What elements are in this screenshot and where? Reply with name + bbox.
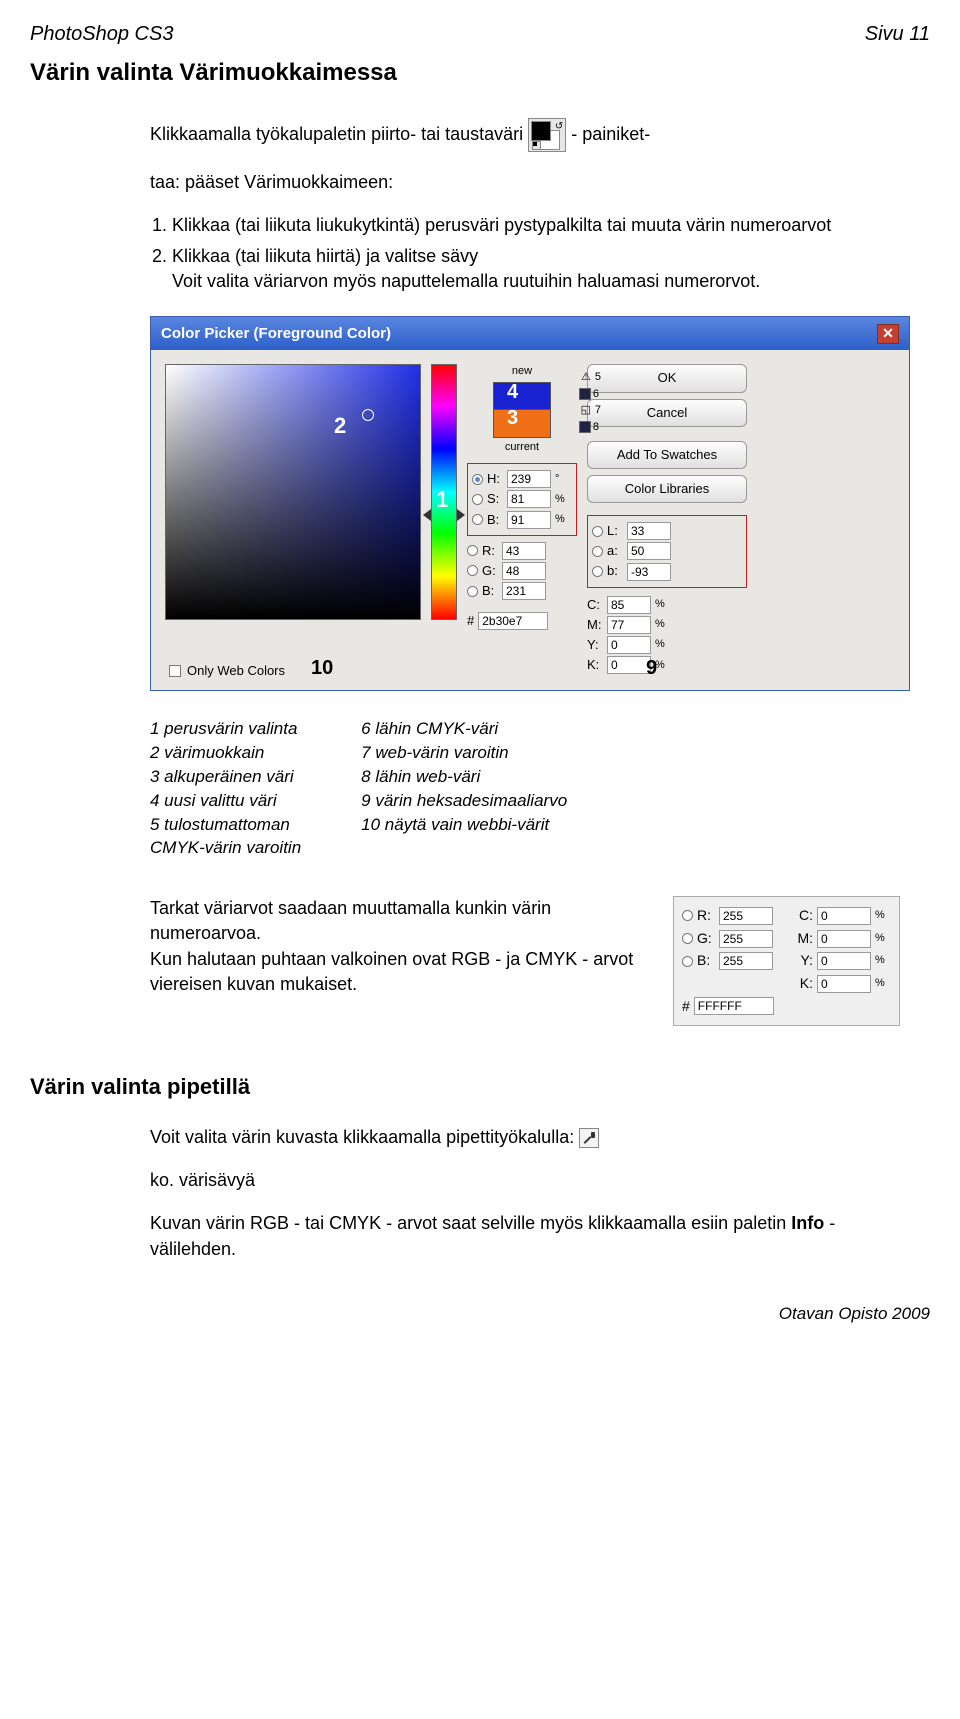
bval-input[interactable]: [507, 511, 551, 529]
mini-radio-g[interactable]: [682, 933, 693, 944]
page-title: Värin valinta Värimuokkaimessa: [30, 56, 930, 90]
step-1: Klikkaa (tai liikuta liukukytkintä) peru…: [172, 213, 900, 238]
y-input[interactable]: [607, 636, 651, 654]
mini-values-panel: R:C:% G:M:% B:Y:% K:% #: [673, 896, 900, 1026]
fgbg-swatch-icon: ↺: [528, 118, 566, 152]
radio-r[interactable]: [467, 545, 478, 556]
pipette-text-2: ko. värisävyä: [150, 1168, 900, 1193]
only-web-colors-checkbox[interactable]: [169, 665, 181, 677]
mini-g[interactable]: [719, 930, 773, 948]
annot-6: 6: [593, 387, 599, 402]
lab-group: L: a: b:: [587, 515, 747, 588]
lb-input[interactable]: [627, 563, 671, 581]
mini-r[interactable]: [719, 907, 773, 925]
s-input[interactable]: [507, 490, 551, 508]
radio-b[interactable]: [472, 514, 483, 525]
mini-m[interactable]: [817, 930, 871, 948]
mini-b[interactable]: [719, 952, 773, 970]
cancel-button[interactable]: Cancel: [587, 399, 747, 427]
intro-text-a: Klikkaamalla työkalupaletin piirto- tai …: [150, 123, 523, 143]
radio-l[interactable]: [592, 526, 603, 537]
annot-1: 1: [436, 485, 448, 516]
annot-5: 5: [595, 370, 601, 385]
annot-10: 10: [311, 654, 333, 682]
section-pipette-title: Värin valinta pipetillä: [30, 1072, 930, 1103]
color-picker-dialog: Color Picker (Foreground Color) ✕ 2 1 ne…: [150, 316, 910, 691]
eyedropper-icon: [579, 1128, 599, 1148]
radio-lb[interactable]: [592, 566, 603, 577]
a-input[interactable]: [627, 542, 671, 560]
l-input[interactable]: [627, 522, 671, 540]
h-input[interactable]: [507, 470, 551, 488]
header-right: Sivu 11: [865, 20, 930, 48]
intro-text-2: taa: pääset Värimuokkaimeen:: [150, 170, 900, 195]
mini-k[interactable]: [817, 975, 871, 993]
legend-left: 1 perusvärin valinta 2 värimuokkain 3 al…: [150, 717, 301, 860]
annot-8: 8: [593, 420, 599, 435]
mini-hex-label: #: [682, 997, 690, 1017]
b-input[interactable]: [502, 582, 546, 600]
annot-2: 2: [334, 411, 346, 442]
step-2: Klikkaa (tai liikuta hiirtä) ja valitse …: [172, 244, 900, 294]
hue-slider[interactable]: 1: [431, 364, 457, 620]
annot-3: 3: [507, 404, 518, 432]
annot-9: 9: [646, 654, 657, 682]
nearest-cmyk-swatch[interactable]: [579, 388, 591, 400]
radio-g[interactable]: [467, 565, 478, 576]
annot-7: 7: [595, 403, 601, 418]
nearest-web-swatch[interactable]: [579, 421, 591, 433]
radio-s[interactable]: [472, 494, 483, 505]
mini-radio-b[interactable]: [682, 956, 693, 967]
gamut-warning-icon[interactable]: ⚠: [579, 371, 593, 385]
color-libraries-button[interactable]: Color Libraries: [587, 475, 747, 503]
color-preview: new current 4 3 ⚠5 6 ◱7 8: [467, 364, 577, 455]
current-color-swatch[interactable]: [493, 410, 551, 438]
hex-label: #: [467, 612, 474, 630]
intro-text-b: - painiket-: [571, 123, 650, 143]
radio-a[interactable]: [592, 546, 603, 557]
legend-right: 6 lähin CMYK-väri 7 web-värin varoitin 8…: [361, 717, 567, 860]
hex-input[interactable]: [478, 612, 548, 630]
current-label: current: [505, 440, 539, 455]
g-input[interactable]: [502, 562, 546, 580]
k-input[interactable]: [607, 656, 651, 674]
pipette-text-3: Kuvan värin RGB - tai CMYK - arvot saat …: [150, 1211, 900, 1261]
r-input[interactable]: [502, 542, 546, 560]
radio-h[interactable]: [472, 474, 483, 485]
annot-4: 4: [507, 378, 518, 406]
radio-bl[interactable]: [467, 586, 478, 597]
pipette-text-1: Voit valita värin kuvasta klikkaamalla p…: [150, 1127, 574, 1147]
close-icon[interactable]: ✕: [877, 324, 899, 344]
color-field[interactable]: 2: [165, 364, 421, 620]
add-swatches-button[interactable]: Add To Swatches: [587, 441, 747, 469]
mini-radio-r[interactable]: [682, 910, 693, 921]
field-marker[interactable]: [362, 409, 374, 421]
mini-hex[interactable]: [694, 997, 774, 1015]
footer-text: Otavan Opisto 2009: [30, 1302, 930, 1326]
m-input[interactable]: [607, 616, 651, 634]
mini-c[interactable]: [817, 907, 871, 925]
mini-y[interactable]: [817, 952, 871, 970]
only-web-colors-label: Only Web Colors: [187, 662, 285, 680]
websafe-warning-icon[interactable]: ◱: [579, 404, 593, 418]
hsb-group: H:° S:% B:%: [467, 463, 577, 536]
new-color-swatch[interactable]: [493, 382, 551, 410]
dialog-title: Color Picker (Foreground Color): [161, 323, 391, 344]
exact-values-text: Tarkat väriarvot saadaan muuttamalla kun…: [150, 896, 653, 997]
header-left: PhotoShop CS3: [30, 20, 173, 48]
ok-button[interactable]: OK: [587, 364, 747, 392]
c-input[interactable]: [607, 596, 651, 614]
